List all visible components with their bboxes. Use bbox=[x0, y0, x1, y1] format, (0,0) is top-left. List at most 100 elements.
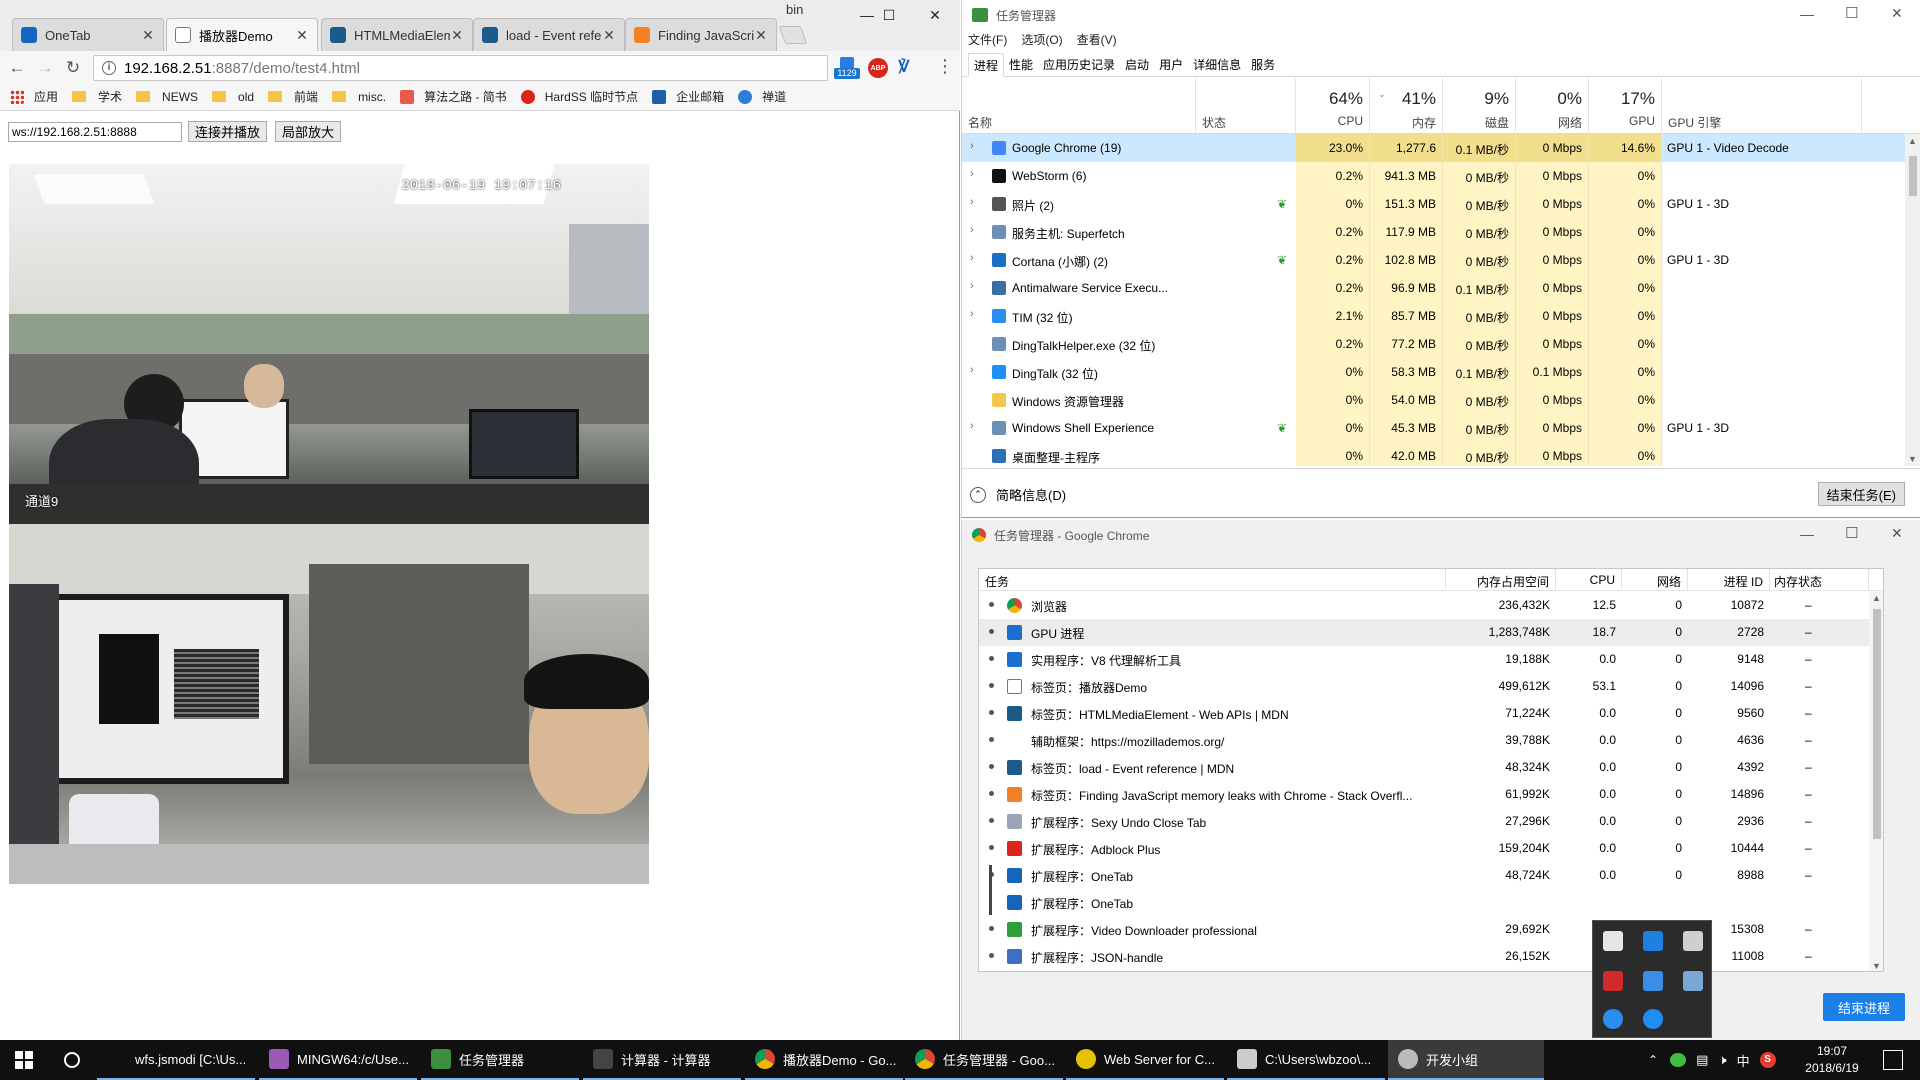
cortana-search-button[interactable] bbox=[48, 1040, 96, 1080]
column-cpu[interactable]: 64% CPU bbox=[1296, 78, 1370, 134]
forward-icon[interactable]: → bbox=[34, 57, 56, 79]
process-row[interactable]: › WebStorm (6) 0.2% 941.3 MB 0 MB/秒 0 Mbps 0% bbox=[962, 162, 1905, 190]
tm-menu-item[interactable]: 文件(F) bbox=[968, 31, 1007, 51]
reload-icon[interactable]: ↻ bbox=[62, 57, 84, 79]
expand-chevron-icon[interactable]: › bbox=[970, 364, 982, 376]
expand-chevron-icon[interactable]: › bbox=[970, 224, 982, 236]
browser-tab[interactable]: Finding JavaScri ✕ bbox=[625, 18, 777, 51]
column-gpu[interactable]: 17% GPU bbox=[1589, 78, 1662, 134]
new-tab-button[interactable] bbox=[778, 26, 808, 44]
onetab-extension-icon[interactable]: ℣ bbox=[898, 57, 910, 77]
taskbar-item[interactable]: 计算器 - 计算器 bbox=[583, 1040, 741, 1080]
end-task-button[interactable]: 结束任务(E) bbox=[1817, 482, 1905, 506]
end-process-button[interactable]: 结束进程 bbox=[1823, 993, 1905, 1021]
tab-close-icon[interactable]: ✕ bbox=[602, 27, 616, 44]
tm-tab[interactable]: 启动 bbox=[1120, 53, 1154, 77]
tray-app-icon-2[interactable] bbox=[1643, 931, 1663, 951]
ctm-scrollbar[interactable]: ▲ ▼ bbox=[1869, 591, 1883, 971]
tab-close-icon[interactable]: ✕ bbox=[295, 27, 309, 44]
tm-tab[interactable]: 服务 bbox=[1246, 53, 1280, 77]
notification-center-icon[interactable] bbox=[1883, 1050, 1903, 1070]
bookmark-item[interactable]: 前端 bbox=[268, 88, 318, 105]
bookmark-item[interactable]: 禅道 bbox=[738, 88, 786, 105]
tray-app-icon-5[interactable] bbox=[1643, 971, 1663, 991]
clock[interactable]: 19:07 2018/6/19 bbox=[1797, 1043, 1867, 1077]
process-row[interactable]: › Windows Shell Experience ❦ 0% 45.3 MB 0 MB/… bbox=[962, 414, 1905, 442]
column-gpu-engine[interactable]: GPU 引擎 bbox=[1662, 78, 1862, 134]
websocket-url-input[interactable] bbox=[8, 122, 182, 142]
task-row[interactable]: 扩展程序：OneTab bbox=[979, 865, 1883, 916]
process-row[interactable]: › TIM (32 位) 2.1% 85.7 MB 0 MB/秒 0 Mbps 0% bbox=[962, 302, 1905, 330]
adblock-plus-icon[interactable]: ABP bbox=[868, 58, 888, 78]
scroll-down-icon[interactable]: ▼ bbox=[1872, 961, 1881, 971]
tm-scrollbar[interactable]: ▲ ▼ bbox=[1905, 134, 1920, 466]
tray-app-icon-6[interactable] bbox=[1683, 971, 1703, 991]
video-player-zoom[interactable] bbox=[9, 524, 649, 884]
expand-chevron-icon[interactable]: › bbox=[970, 140, 982, 152]
bookmark-item[interactable]: HardSS 临时节点 bbox=[520, 88, 638, 105]
maximize-button[interactable]: ☐ bbox=[866, 0, 912, 30]
expand-chevron-icon[interactable]: › bbox=[970, 252, 982, 264]
extension-onetab-counter[interactable]: 1129 bbox=[834, 57, 860, 79]
minimize-button[interactable]: — bbox=[1800, 526, 1814, 542]
task-row[interactable]: 标签页：HTMLMediaElement - Web APIs | MDN 71,… bbox=[979, 700, 1883, 727]
ime-indicator[interactable]: 中 bbox=[1737, 1051, 1750, 1070]
expand-chevron-icon[interactable]: › bbox=[970, 168, 982, 180]
info-icon[interactable]: i bbox=[102, 61, 116, 75]
bookmark-item[interactable]: NEWS bbox=[136, 90, 198, 104]
tab-close-icon[interactable]: ✕ bbox=[450, 27, 464, 44]
process-row[interactable]: Windows 资源管理器 0% 54.0 MB 0 MB/秒 0 Mbps 0% bbox=[962, 386, 1905, 414]
bookmark-item[interactable]: 企业邮箱 bbox=[652, 88, 724, 105]
scroll-down-icon[interactable]: ▼ bbox=[1908, 454, 1917, 464]
tray-app-icon-3[interactable] bbox=[1683, 931, 1703, 951]
tm-tab[interactable]: 用户 bbox=[1154, 53, 1188, 77]
sogou-ime-icon[interactable]: S bbox=[1759, 1052, 1776, 1068]
browser-tab[interactable]: OneTab ✕ bbox=[12, 18, 164, 51]
task-row[interactable]: 标签页：播放器Demo 499,612K 53.1 0 14096 – bbox=[979, 673, 1883, 700]
taskbar-item[interactable]: 任务管理器 - Goo... bbox=[905, 1040, 1063, 1080]
task-row[interactable]: 扩展程序：Adblock Plus 159,204K 0.0 0 10444 – bbox=[979, 835, 1883, 862]
zoom-button[interactable]: 局部放大 bbox=[275, 121, 342, 142]
taskbar-item[interactable]: wfs.jsmodi [C:\Us... bbox=[97, 1040, 255, 1080]
chevron-up-icon[interactable]: ⌃ bbox=[1648, 1053, 1658, 1067]
tab-close-icon[interactable]: ✕ bbox=[754, 27, 768, 44]
bookmark-item[interactable]: 学术 bbox=[72, 88, 122, 105]
close-button[interactable]: ✕ bbox=[1891, 5, 1903, 22]
task-row[interactable]: GPU 进程 1,283,748K 18.7 0 2728 – bbox=[979, 619, 1883, 646]
task-row[interactable]: 扩展程序：JSON-handle 26,152K 11008– bbox=[979, 943, 1883, 970]
maximize-button[interactable]: ☐ bbox=[1845, 524, 1858, 542]
scrollbar-thumb[interactable] bbox=[1873, 609, 1881, 839]
ctm-column-header[interactable]: 内存占用空间 bbox=[1446, 569, 1556, 591]
task-row[interactable]: 标签页：Finding JavaScript memory leaks with… bbox=[979, 781, 1883, 808]
ctm-column-header[interactable]: CPU bbox=[1556, 569, 1622, 591]
bookmark-item[interactable]: misc. bbox=[332, 90, 386, 104]
ctm-column-header[interactable]: 任务 bbox=[979, 569, 1446, 591]
ctm-column-header[interactable]: 内存状态 bbox=[1770, 569, 1869, 591]
scrollbar-thumb[interactable] bbox=[1909, 156, 1917, 196]
close-button[interactable]: ✕ bbox=[1891, 525, 1903, 542]
taskbar-item[interactable]: C:\Users\wbzoo\... bbox=[1227, 1040, 1385, 1080]
column-network[interactable]: 0% 网络 bbox=[1516, 78, 1589, 134]
browser-tab[interactable]: HTMLMediaElem ✕ bbox=[321, 18, 473, 51]
task-row[interactable]: 浏览器 236,432K 12.5 0 10872 – bbox=[979, 592, 1883, 619]
ctm-column-header[interactable]: 网络 bbox=[1622, 569, 1688, 591]
volume-icon[interactable]: 🕨 bbox=[1718, 1052, 1726, 1068]
process-row[interactable]: DingTalkHelper.exe (32 位) 0.2% 77.2 MB 0 MB… bbox=[962, 330, 1905, 358]
process-row[interactable]: 桌面整理-主程序 0% 42.0 MB 0 MB/秒 0 Mbps 0% bbox=[962, 442, 1905, 466]
wechat-icon[interactable] bbox=[1670, 1053, 1687, 1067]
column-disk[interactable]: 9% 磁盘 bbox=[1443, 78, 1516, 134]
expand-chevron-icon[interactable]: › bbox=[970, 308, 982, 320]
task-row[interactable]: 扩展程序：Video Downloader professional 29,692… bbox=[979, 916, 1883, 943]
expand-chevron-icon[interactable]: › bbox=[970, 196, 982, 208]
process-row[interactable]: › 照片 (2) ❦ 0% 151.3 MB 0 MB/秒 0 Mbps 0% GPU 1 - … bbox=[962, 190, 1905, 218]
menu-icon[interactable]: ⋮ bbox=[936, 56, 954, 77]
scroll-up-icon[interactable]: ▲ bbox=[1872, 593, 1881, 603]
tab-close-icon[interactable]: ✕ bbox=[141, 27, 155, 44]
expand-chevron-icon[interactable]: › bbox=[970, 420, 982, 432]
tray-app-icon-4[interactable] bbox=[1603, 971, 1623, 991]
process-row[interactable]: › Google Chrome (19) 23.0% 1,277.6 0.1 MB/秒 0… bbox=[962, 134, 1905, 162]
tm-menu-item[interactable]: 选项(O) bbox=[1021, 31, 1062, 51]
bookmark-item[interactable]: 算法之路 - 简书 bbox=[400, 88, 507, 105]
tray-app-icon-1[interactable] bbox=[1603, 931, 1623, 951]
process-row[interactable]: › 服务主机: Superfetch 0.2% 117.9 MB 0 MB/秒 0 Mbp… bbox=[962, 218, 1905, 246]
